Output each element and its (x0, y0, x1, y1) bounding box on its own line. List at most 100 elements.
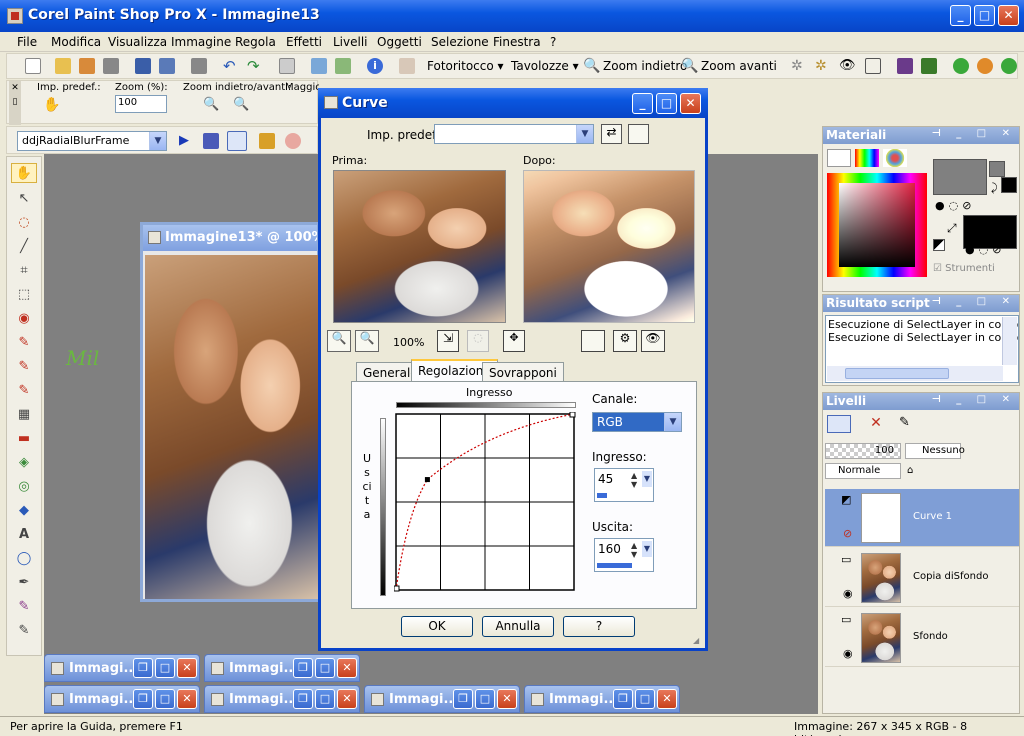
output-spinner-arrows[interactable]: ▲ ▼ (631, 541, 641, 559)
pan-tool-icon[interactable]: ✋ (11, 163, 37, 183)
visibility-icon[interactable]: ◉ (843, 587, 853, 600)
restore-icon[interactable]: ❐ (133, 689, 153, 709)
dodge-tool-icon[interactable]: ▦ (11, 405, 37, 425)
lock-icon[interactable]: ⌂ (907, 465, 913, 476)
maximize-icon[interactable]: □ (155, 658, 175, 678)
maximize-icon[interactable]: □ (315, 689, 335, 709)
curve-endpoint-high[interactable] (569, 412, 576, 418)
maximize-button[interactable]: □ (974, 5, 995, 26)
foreground-small-swatch[interactable] (989, 161, 1005, 177)
scroll-thumb[interactable] (845, 368, 949, 379)
lasso-tool-icon[interactable]: ◌ (11, 213, 37, 233)
navigate-icon[interactable]: ✥ (503, 330, 525, 352)
app-icon[interactable] (7, 8, 23, 24)
zoom-percent-field[interactable]: 100 (115, 95, 167, 113)
close-button[interactable]: ✕ (998, 5, 1019, 26)
curve-endpoint-low[interactable] (394, 585, 400, 592)
zoom-out-small-icon[interactable]: 🔍 (203, 97, 219, 113)
new-icon[interactable] (25, 58, 41, 74)
tavolozze-menu[interactable]: Tavolozze ▾ (511, 59, 579, 73)
maximize-icon[interactable]: □ (155, 689, 175, 709)
dialog-minimize-button[interactable]: _ (632, 93, 653, 114)
straighten-tool-icon[interactable]: ⬚ (11, 285, 37, 305)
save-as-icon[interactable] (159, 58, 175, 74)
dialog-close-button[interactable]: ✕ (680, 93, 701, 114)
horizontal-scrollbar[interactable] (827, 366, 1003, 381)
browse-icon[interactable] (79, 58, 95, 74)
menu-immagine[interactable]: Immagine (171, 35, 231, 49)
eraser-icon[interactable] (399, 58, 415, 74)
filmstrip-icon[interactable] (921, 58, 937, 74)
pen-tool-icon[interactable]: ✒ (11, 573, 37, 593)
close-icon[interactable]: ✕ (177, 689, 197, 709)
gradient-tool-icon[interactable]: ◆ (11, 501, 37, 521)
minimized-window[interactable]: Immagi... ❐ □ ✕ (204, 685, 360, 713)
scan-icon[interactable] (103, 58, 119, 74)
input-spinner-arrows[interactable]: ▲ ▼ (631, 471, 641, 489)
clone-tool-icon[interactable]: ✎ (11, 357, 37, 377)
minimized-window[interactable]: Immagi... ❐ □ ✕ (44, 685, 200, 713)
menu-visualizza[interactable]: Visualizza (108, 35, 167, 49)
menu-effetti[interactable]: Effetti (286, 35, 322, 49)
preview-zoom-out-icon[interactable]: 🔍 (327, 330, 351, 352)
help-button[interactable]: ? (563, 616, 635, 637)
pick-tool-icon[interactable]: ↖ (11, 189, 37, 209)
restore-icon[interactable]: ❐ (293, 658, 313, 678)
dialog-maximize-button[interactable]: □ (656, 93, 677, 114)
bg-style-icons[interactable]: ●◌⊘ (965, 243, 1005, 256)
gear-icon[interactable]: ✲ (791, 58, 807, 74)
cube-icon[interactable] (865, 58, 881, 74)
palette-buttons[interactable]: ⊣ _ □ ✕ (932, 394, 1016, 405)
foreground-swatch[interactable] (933, 159, 987, 195)
fit-preview-icon[interactable]: ⇲ (437, 330, 459, 352)
preview-zoom-in-icon[interactable]: 🔍 (355, 330, 379, 352)
close-icon[interactable]: ✕ (337, 658, 357, 678)
minimized-window[interactable]: Immagi... ❐ □ ✕ (44, 654, 200, 682)
reset-colors-icon[interactable] (933, 239, 945, 251)
palette-buttons[interactable]: ⊣ _ □ ✕ (932, 128, 1016, 139)
blend-mode-select[interactable]: Normale (825, 463, 901, 479)
restore-icon[interactable]: ❐ (133, 658, 153, 678)
pattern-tab-icon[interactable] (883, 149, 907, 167)
maximize-icon[interactable]: □ (475, 689, 495, 709)
zoom-in-small-icon[interactable]: 🔍 (233, 97, 249, 113)
visibility-icon[interactable]: ◉ (843, 647, 853, 660)
strumenti-checkbox[interactable]: ☑ Strumenti (933, 263, 995, 274)
stop-script-icon[interactable] (285, 133, 301, 149)
menu-selezione[interactable]: Selezione (431, 35, 489, 49)
menu-oggetti[interactable]: Oggetti (377, 35, 422, 49)
close-icon[interactable]: ✕ (177, 658, 197, 678)
menu-finestra[interactable]: Finestra (493, 35, 541, 49)
menu-file[interactable]: File (17, 35, 37, 49)
flood-fill-icon[interactable]: ◈ (11, 453, 37, 473)
save-preset-icon[interactable] (628, 124, 649, 144)
menu-modifica[interactable]: Modifica (51, 35, 101, 49)
after-preview[interactable] (523, 170, 695, 323)
menu-livelli[interactable]: Livelli (333, 35, 368, 49)
open-icon[interactable] (55, 58, 71, 74)
minimized-window[interactable]: Immagi... ❐ □ ✕ (364, 685, 520, 713)
rainbow-tab-icon[interactable] (855, 149, 879, 167)
close-icon[interactable]: ✕ (497, 689, 517, 709)
ok-button[interactable]: OK (401, 616, 473, 637)
close-icon[interactable]: ✕ (337, 689, 357, 709)
visibility-icon[interactable]: ⊘ (843, 527, 852, 540)
randomize-icon[interactable]: ⚙ (613, 330, 637, 352)
save-script-icon[interactable] (259, 133, 275, 149)
restore-icon[interactable]: ❐ (613, 689, 633, 709)
mask-mode-select[interactable]: Nessuno (905, 443, 965, 459)
edit-script-icon[interactable] (203, 133, 219, 149)
minimize-button[interactable]: _ (950, 5, 971, 26)
makeover-tool-icon[interactable]: ✎ (11, 333, 37, 353)
redo-icon[interactable]: ↷ (247, 58, 263, 74)
copy-icon[interactable] (311, 58, 327, 74)
shape-tool-icon[interactable]: ◯ (11, 549, 37, 569)
document-canvas[interactable] (145, 255, 319, 599)
save-icon[interactable] (135, 58, 151, 74)
color-square[interactable] (839, 183, 915, 267)
close-icon[interactable]: ✕ (657, 689, 677, 709)
auto-proof-icon[interactable]: 👁 (641, 330, 665, 352)
resize-icon[interactable] (279, 58, 295, 74)
warp-brush-icon[interactable]: ✎ (11, 597, 37, 617)
eyedropper-tool-icon[interactable]: ╱ (11, 237, 37, 257)
